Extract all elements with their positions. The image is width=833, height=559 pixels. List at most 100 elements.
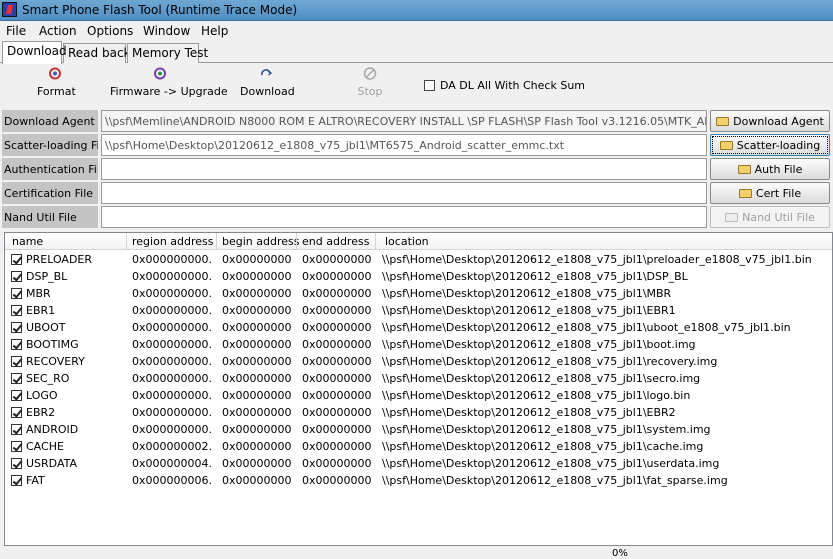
cell-begin: 0x000000000...	[222, 321, 292, 334]
table-row[interactable]: SEC_RO 0x000000000... 0x000000000... 0x0000…	[5, 370, 832, 387]
cell-location: \\psf\Home\Desktop\20120612_e1808_v75_jb…	[382, 423, 711, 436]
menu-action[interactable]: Action	[39, 24, 77, 38]
column-begin-address[interactable]: begin address	[222, 235, 299, 248]
format-button[interactable]: Format	[37, 67, 76, 98]
cell-begin: 0x000000000...	[222, 304, 292, 317]
cell-location: \\psf\Home\Desktop\20120612_e1808_v75_jb…	[382, 304, 676, 317]
status-bar: 0%	[0, 547, 833, 559]
cell-name: USRDATA	[26, 457, 78, 470]
table-row[interactable]: RECOVERY 0x000000000... 0x000000000... 0x00…	[5, 353, 832, 370]
table-row[interactable]: FAT 0x000000006... 0x000000000... 0x0000000…	[5, 472, 832, 489]
folder-icon	[719, 141, 733, 150]
cert-file-field[interactable]	[101, 182, 707, 204]
title-bar: Smart Phone Flash Tool (Runtime Trace Mo…	[0, 0, 833, 21]
menu-window[interactable]: Window	[143, 24, 190, 38]
row-checkbox[interactable]	[11, 475, 22, 486]
nand-util-file-field[interactable]	[101, 206, 707, 228]
da-dl-checksum-option[interactable]: DA DL All With Check Sum	[424, 79, 585, 92]
table-row[interactable]: EBR2 0x000000000... 0x000000000... 0x000000…	[5, 404, 832, 421]
download-button[interactable]: Download	[240, 67, 295, 98]
row-checkbox[interactable]	[11, 339, 22, 350]
cell-region: 0x000000000...	[132, 423, 212, 436]
table-row[interactable]: LOGO 0x000000000... 0x000000000... 0x000000…	[5, 387, 832, 404]
stop-icon	[363, 67, 377, 80]
row-checkbox[interactable]	[11, 390, 22, 401]
cell-name: RECOVERY	[26, 355, 85, 368]
cell-location: \\psf\Home\Desktop\20120612_e1808_v75_jb…	[382, 457, 720, 470]
scatter-file-label: Scatter-loading File	[2, 134, 98, 156]
cell-location: \\psf\Home\Desktop\20120612_e1808_v75_jb…	[382, 406, 676, 419]
download-agent-label: Download Agent	[2, 110, 98, 132]
tab-download[interactable]: Download	[2, 41, 67, 64]
menu-bar: File Action Options Window Help	[0, 21, 833, 40]
toolbar: Format Firmware -> Upgrade Download Stop…	[0, 63, 833, 107]
cell-location: \\psf\Home\Desktop\20120612_e1808_v75_jb…	[382, 338, 696, 351]
table-row[interactable]: MBR 0x000000000... 0x000000000... 0x0000000…	[5, 285, 832, 302]
row-checkbox[interactable]	[11, 322, 22, 333]
cell-location: \\psf\Home\Desktop\20120612_e1808_v75_jb…	[382, 372, 701, 385]
cell-end: 0x000000000...	[302, 474, 372, 487]
cell-region: 0x000000004...	[132, 457, 212, 470]
cell-end: 0x000000000...	[302, 406, 372, 419]
row-checkbox[interactable]	[11, 373, 22, 384]
firmware-upgrade-button[interactable]: Firmware -> Upgrade	[110, 67, 228, 98]
table-row[interactable]: USRDATA 0x000000004... 0x000000000... 0x000…	[5, 455, 832, 472]
cell-name: MBR	[26, 287, 51, 300]
cell-end: 0x000000000...	[302, 389, 372, 402]
table-row[interactable]: EBR1 0x000000000... 0x000000000... 0x000000…	[5, 302, 832, 319]
download-agent-button[interactable]: Download Agent	[710, 110, 830, 132]
scatter-file-field[interactable]: \\psf\Home\Desktop\20120612_e1808_v75_jb…	[101, 134, 707, 156]
menu-file[interactable]: File	[6, 24, 26, 38]
cell-region: 0x000000000...	[132, 338, 212, 351]
table-row[interactable]: CACHE 0x000000002... 0x000000000... 0x00000…	[5, 438, 832, 455]
cell-begin: 0x000000000...	[222, 338, 292, 351]
row-checkbox[interactable]	[11, 288, 22, 299]
window-title: Smart Phone Flash Tool (Runtime Trace Mo…	[22, 3, 298, 17]
cert-file-button[interactable]: Cert File	[710, 182, 830, 204]
column-location[interactable]: location	[385, 235, 429, 248]
table-row[interactable]: PRELOADER 0x000000000... 0x000000000... 0x0…	[5, 251, 832, 268]
folder-icon	[725, 213, 739, 222]
cell-begin: 0x000000000...	[222, 440, 292, 453]
row-checkbox[interactable]	[11, 254, 22, 265]
column-region-address[interactable]: region address	[132, 235, 214, 248]
tab-memory-test[interactable]: Memory Test	[127, 43, 208, 63]
cell-region: 0x000000006...	[132, 474, 212, 487]
flash-tool-icon	[2, 2, 17, 17]
nand-util-file-button[interactable]: Nand Util File	[710, 206, 830, 228]
cell-region: 0x000000002...	[132, 440, 212, 453]
tab-read-back[interactable]: Read back	[63, 43, 130, 63]
download-agent-field[interactable]: \\psf\Memline\ANDROID N8000 ROM E ALTRO\…	[101, 110, 707, 132]
cell-name: CACHE	[26, 440, 64, 453]
table-row[interactable]: DSP_BL 0x000000000... 0x000000000... 0x0000…	[5, 268, 832, 285]
row-checkbox[interactable]	[11, 424, 22, 435]
cell-end: 0x000000000...	[302, 321, 372, 334]
cell-name: DSP_BL	[26, 270, 68, 283]
scatter-loading-button[interactable]: Scatter-loading	[710, 134, 830, 156]
cell-name: EBR2	[26, 406, 56, 419]
column-end-address[interactable]: end address	[302, 235, 369, 248]
table-row[interactable]: ANDROID 0x000000000... 0x000000000... 0x000…	[5, 421, 832, 438]
auth-file-button[interactable]: Auth File	[710, 158, 830, 180]
da-dl-checksum-checkbox[interactable]	[424, 80, 435, 91]
menu-help[interactable]: Help	[201, 24, 228, 38]
table-row[interactable]: BOOTIMG 0x000000000... 0x000000000... 0x000…	[5, 336, 832, 353]
table-row[interactable]: UBOOT 0x000000000... 0x000000000... 0x00000…	[5, 319, 832, 336]
menu-options[interactable]: Options	[87, 24, 133, 38]
folder-icon	[738, 189, 752, 198]
cert-file-label: Certification File	[2, 182, 98, 204]
cell-end: 0x000000000...	[302, 355, 372, 368]
auth-file-field[interactable]	[101, 158, 707, 180]
row-checkbox[interactable]	[11, 441, 22, 452]
row-checkbox[interactable]	[11, 407, 22, 418]
stop-button[interactable]: Stop	[356, 67, 384, 98]
format-icon	[48, 67, 62, 80]
folder-icon	[737, 165, 751, 174]
row-checkbox[interactable]	[11, 458, 22, 469]
nand-util-file-label: Nand Util File	[2, 206, 98, 228]
column-name[interactable]: name	[12, 235, 43, 248]
row-checkbox[interactable]	[11, 305, 22, 316]
row-checkbox[interactable]	[11, 271, 22, 282]
row-checkbox[interactable]	[11, 356, 22, 367]
cell-name: UBOOT	[26, 321, 66, 334]
